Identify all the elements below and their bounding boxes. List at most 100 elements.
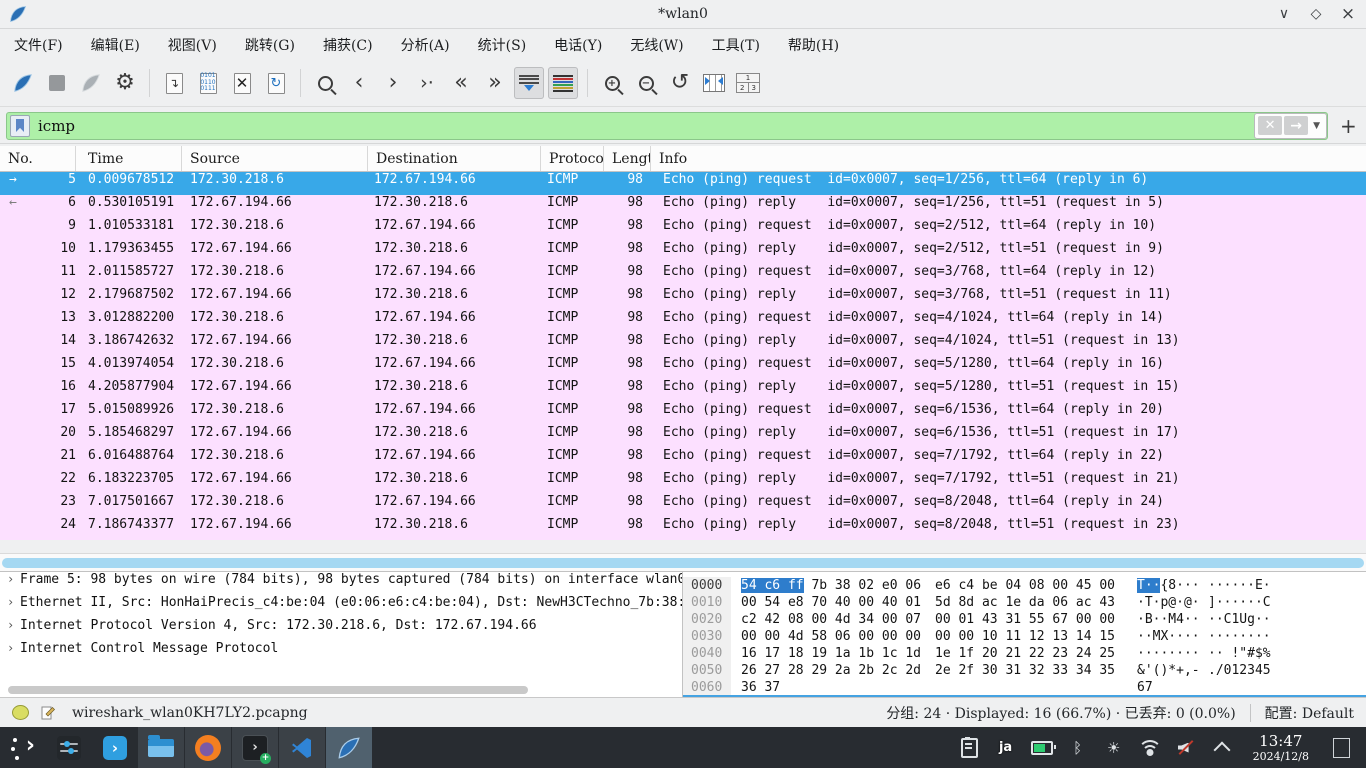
packet-row[interactable]: 175.015089926172.30.218.6172.67.194.66IC… xyxy=(0,402,1366,425)
column-header-protocol[interactable]: Protocol xyxy=(541,146,604,171)
hex-row[interactable]: 004016 17 18 19 1a 1b 1c 1d1e 1f 20 21 2… xyxy=(683,645,1366,662)
clipboard-icon[interactable] xyxy=(957,735,983,761)
display-filter-input[interactable] xyxy=(36,116,1327,136)
menu-item-0[interactable]: 文件(F) xyxy=(0,29,77,60)
show-desktop-button[interactable] xyxy=(1333,738,1350,758)
menu-item-7[interactable]: 电话(Y) xyxy=(540,29,616,60)
tray-expand-icon[interactable] xyxy=(1209,735,1235,761)
menu-item-1[interactable]: 编辑(E) xyxy=(77,29,154,60)
detail-tree-item[interactable]: ›Internet Protocol Version 4, Src: 172.3… xyxy=(0,618,682,641)
packet-row[interactable]: 205.185468297172.67.194.66172.30.218.6IC… xyxy=(0,425,1366,448)
close-button[interactable]: × xyxy=(1340,6,1356,22)
discover-button[interactable]: › xyxy=(92,727,138,768)
app-launcher-button[interactable]: › xyxy=(0,727,46,768)
column-header-info[interactable]: Info xyxy=(651,146,1366,171)
packet-row[interactable]: 237.017501667172.30.218.6172.67.194.66IC… xyxy=(0,494,1366,517)
volume-muted-icon[interactable] xyxy=(1173,735,1199,761)
konsole-task-button[interactable]: ›+ xyxy=(232,727,278,768)
go-to-packet-button[interactable]: ›· xyxy=(412,67,442,99)
clock[interactable]: 13:47 2024/12/8 xyxy=(1253,734,1309,762)
zoom-out-button[interactable]: − xyxy=(631,67,661,99)
close-file-button[interactable]: ✕ xyxy=(227,67,257,99)
reload-file-button[interactable]: ↻ xyxy=(261,67,291,99)
layout-button[interactable]: 123 xyxy=(733,67,763,99)
previous-packet-button[interactable]: ‹ xyxy=(344,67,374,99)
filter-dropdown-icon[interactable]: ▼ xyxy=(1309,121,1324,131)
next-packet-button[interactable]: › xyxy=(378,67,408,99)
packet-row[interactable]: 247.186743377172.67.194.66172.30.218.6IC… xyxy=(0,517,1366,540)
first-packet-button[interactable]: « xyxy=(446,67,476,99)
packet-row[interactable]: →50.009678512172.30.218.6172.67.194.66IC… xyxy=(0,172,1366,195)
save-file-button[interactable]: 0101 0110 0111 xyxy=(193,67,223,99)
column-header-destination[interactable]: Destination xyxy=(368,146,541,171)
expander-icon[interactable]: › xyxy=(7,618,14,632)
brightness-icon[interactable]: ☀ xyxy=(1101,735,1127,761)
stop-capture-button[interactable] xyxy=(42,67,72,99)
capture-comment-icon[interactable] xyxy=(41,705,56,720)
battery-icon[interactable] xyxy=(1029,735,1055,761)
wireshark-task-button[interactable] xyxy=(326,727,372,768)
hex-row[interactable]: 001000 54 e8 70 40 00 40 015d 8d ac 1e d… xyxy=(683,594,1366,611)
packet-row[interactable]: ←60.530105191172.67.194.66172.30.218.6IC… xyxy=(0,195,1366,218)
profile-label[interactable]: 配置: Default xyxy=(1265,703,1354,723)
expert-info-icon[interactable] xyxy=(12,705,29,720)
vscode-task-button[interactable] xyxy=(279,727,325,768)
details-hscrollbar[interactable] xyxy=(8,686,528,694)
packet-row[interactable]: 91.010533181172.30.218.6172.67.194.66ICM… xyxy=(0,218,1366,241)
filter-apply-button[interactable]: → xyxy=(1284,116,1308,135)
menu-item-6[interactable]: 统计(S) xyxy=(464,29,541,60)
column-header-source[interactable]: Source xyxy=(182,146,368,171)
packet-row[interactable]: 143.186742632172.67.194.66172.30.218.6IC… xyxy=(0,333,1366,356)
filter-bookmark-icon[interactable] xyxy=(10,115,30,137)
hex-row[interactable]: 005026 27 28 29 2a 2b 2c 2d2e 2f 30 31 3… xyxy=(683,662,1366,679)
menu-item-9[interactable]: 工具(T) xyxy=(698,29,774,60)
column-header-length[interactable]: Length xyxy=(604,146,651,171)
packet-list-hscrollbar[interactable] xyxy=(0,553,1366,572)
start-capture-button[interactable] xyxy=(8,67,38,99)
menu-item-2[interactable]: 视图(V) xyxy=(154,29,231,60)
expander-icon[interactable]: › xyxy=(7,595,14,609)
hex-row[interactable]: 0020c2 42 08 00 4d 34 00 0700 01 43 31 5… xyxy=(683,611,1366,628)
expander-icon[interactable]: › xyxy=(7,641,14,655)
last-packet-button[interactable]: » xyxy=(480,67,510,99)
hex-row[interactable]: 000054 c6 ff 7b 38 02 e0 06e6 c4 be 04 0… xyxy=(683,577,1366,594)
auto-scroll-button[interactable] xyxy=(514,67,544,99)
packet-row[interactable]: 164.205877904172.67.194.66172.30.218.6IC… xyxy=(0,379,1366,402)
resize-columns-button[interactable] xyxy=(699,67,729,99)
minimize-button[interactable]: ∨ xyxy=(1276,6,1292,22)
packet-row[interactable]: 101.179363455172.67.194.66172.30.218.6IC… xyxy=(0,241,1366,264)
maximize-button[interactable]: ◇ xyxy=(1308,6,1324,22)
file-manager-task-button[interactable] xyxy=(138,727,184,768)
firefox-task-button[interactable] xyxy=(185,727,231,768)
menu-item-8[interactable]: 无线(W) xyxy=(616,29,697,60)
wifi-icon[interactable] xyxy=(1137,735,1163,761)
detail-tree-item[interactable]: ›Frame 5: 98 bytes on wire (784 bits), 9… xyxy=(0,572,682,595)
zoom-reset-button[interactable]: ↺ xyxy=(665,67,695,99)
packet-row[interactable]: 154.013974054172.30.218.6172.67.194.66IC… xyxy=(0,356,1366,379)
expander-icon[interactable]: › xyxy=(7,572,14,586)
restart-capture-button[interactable] xyxy=(76,67,106,99)
input-method-indicator[interactable]: ja xyxy=(993,735,1019,761)
hex-row[interactable]: 003000 00 4d 58 06 00 00 0000 00 10 11 1… xyxy=(683,628,1366,645)
packet-row[interactable]: 226.183223705172.67.194.66172.30.218.6IC… xyxy=(0,471,1366,494)
packet-row[interactable]: 133.012882200172.30.218.6172.67.194.66IC… xyxy=(0,310,1366,333)
scrollbar-handle[interactable] xyxy=(2,558,1364,568)
colorize-button[interactable] xyxy=(548,67,578,99)
menu-item-10[interactable]: 帮助(H) xyxy=(774,29,853,60)
menu-item-4[interactable]: 捕获(C) xyxy=(309,29,387,60)
filter-add-button[interactable]: + xyxy=(1340,114,1357,138)
hex-row[interactable]: 006036 3767 xyxy=(683,679,1366,696)
column-header-time[interactable]: Time xyxy=(76,146,182,171)
packet-row[interactable]: 216.016488764172.30.218.6172.67.194.66IC… xyxy=(0,448,1366,471)
filter-clear-button[interactable]: ✕ xyxy=(1258,116,1282,135)
packet-row[interactable]: 122.179687502172.67.194.66172.30.218.6IC… xyxy=(0,287,1366,310)
open-file-button[interactable]: ↴ xyxy=(159,67,189,99)
capture-options-button[interactable]: ⚙ xyxy=(110,67,140,99)
detail-tree-item[interactable]: ›Internet Control Message Protocol xyxy=(0,641,682,664)
menu-item-5[interactable]: 分析(A) xyxy=(387,29,464,60)
detail-tree-item[interactable]: ›Ethernet II, Src: HonHaiPrecis_c4:be:04… xyxy=(0,595,682,618)
zoom-in-button[interactable]: + xyxy=(597,67,627,99)
bluetooth-icon[interactable]: ᛒ xyxy=(1065,735,1091,761)
column-header-no[interactable]: No. xyxy=(0,146,76,171)
display-filter-field[interactable]: ✕ → ▼ xyxy=(6,112,1328,140)
